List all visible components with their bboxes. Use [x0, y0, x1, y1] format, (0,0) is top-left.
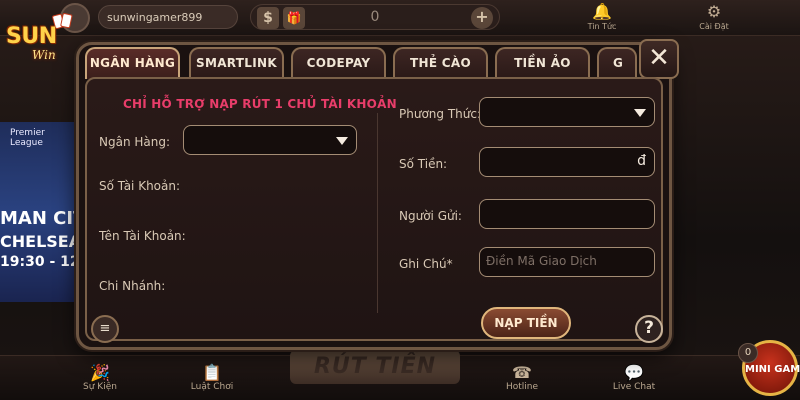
- amount-label: Số Tiền:: [399, 157, 448, 171]
- deposit-submit-button[interactable]: NẠP TIỀN: [481, 307, 571, 339]
- tab-crypto[interactable]: TIỀN ẢO: [495, 47, 590, 79]
- help-icon[interactable]: ?: [635, 315, 663, 343]
- league-label: Premier League: [10, 128, 45, 148]
- events-label: Sự Kiện: [83, 382, 117, 392]
- party-icon: 🎉: [90, 363, 110, 382]
- hotline-label: Hotline: [505, 382, 539, 392]
- tab-more[interactable]: G: [597, 47, 637, 79]
- match-date: 19:30 - 12/1: [0, 254, 78, 270]
- currency-symbol: đ: [637, 153, 646, 169]
- bank-select[interactable]: [183, 125, 357, 155]
- chat-icon: 💬: [624, 363, 644, 382]
- rules-icon: 📋: [202, 363, 222, 382]
- account-name-label: Tên Tài Khoản:: [99, 229, 186, 243]
- settings-button[interactable]: ⚙ Cài Đặt: [690, 2, 738, 34]
- chevron-down-icon: [336, 137, 348, 145]
- amount-input[interactable]: đ: [479, 147, 655, 177]
- settings-label: Cài Đặt: [699, 22, 729, 31]
- news-button[interactable]: 🔔 Tin Tức: [578, 2, 626, 34]
- gear-icon: ⚙: [706, 2, 722, 21]
- minigame-label: MINI GAME: [745, 364, 800, 375]
- memo-label: Ghi Chú*: [399, 257, 453, 271]
- deposit-dialog: NGÂN HÀNG SMARTLINK CODEPAY THẺ CÀO TIỀN…: [76, 39, 679, 350]
- branch-label: Chi Nhánh:: [99, 279, 166, 293]
- live-chat-label: Live Chat: [612, 382, 656, 392]
- brand-logo-sub: Win: [32, 48, 56, 62]
- brand-logo: SUN Win: [6, 10, 84, 68]
- bell-icon: 🔔: [592, 2, 612, 21]
- team-away: CHELSEA: [0, 232, 78, 251]
- tab-card[interactable]: THẺ CÀO: [393, 47, 488, 79]
- notice-text: CHỈ HỖ TRỢ NẠP RÚT 1 CHỦ TÀI KHOẢN: [123, 97, 397, 111]
- events-button[interactable]: 🎉 Sự Kiện: [70, 363, 130, 393]
- balance-amount: 0: [370, 9, 380, 25]
- account-number-label: Số Tài Khoản:: [99, 179, 181, 193]
- news-label: Tin Tức: [587, 22, 617, 31]
- withdraw-button[interactable]: RÚT TIỀN: [290, 350, 460, 384]
- balance-box: $ 🎁 0 +: [250, 4, 500, 30]
- rules-button[interactable]: 📋 Luật Chơi: [182, 363, 242, 393]
- sender-input[interactable]: [479, 199, 655, 229]
- live-chat-button[interactable]: 💬 Live Chat: [604, 363, 664, 393]
- close-button[interactable]: ✕: [639, 39, 679, 79]
- tab-bank[interactable]: NGÂN HÀNG: [85, 47, 180, 79]
- phone-icon: ☎: [512, 363, 532, 382]
- minigame-count-badge: 0: [738, 343, 758, 363]
- hotline-button[interactable]: ☎ Hotline: [492, 363, 552, 393]
- memo-input[interactable]: Điền Mã Giao Dịch: [479, 247, 655, 277]
- chevron-down-icon: [634, 109, 646, 117]
- username-display: sunwingamer899: [98, 5, 238, 29]
- rules-label: Luật Chơi: [190, 382, 234, 392]
- notes-icon[interactable]: ≡: [91, 315, 119, 343]
- top-bar: sunwingamer899 $ 🎁 0 + 🔔 Tin Tức ⚙ Cài Đ…: [0, 0, 800, 36]
- column-divider: [377, 113, 378, 313]
- brand-logo-text: SUN: [6, 24, 57, 49]
- method-select[interactable]: [479, 97, 655, 127]
- bank-label: Ngân Hàng:: [99, 135, 171, 149]
- method-label: Phương Thức:: [399, 107, 482, 121]
- team-home: MAN CITY: [0, 208, 78, 229]
- add-funds-icon[interactable]: +: [471, 7, 493, 29]
- match-promo-banner[interactable]: Premier League MAN CITY CHELSEA 19:30 - …: [0, 122, 78, 302]
- sender-label: Người Gửi:: [399, 209, 462, 223]
- tab-smartlink[interactable]: SMARTLINK: [189, 47, 284, 79]
- tab-codepay[interactable]: CODEPAY: [291, 47, 386, 79]
- memo-placeholder: Điền Mã Giao Dịch: [486, 254, 597, 268]
